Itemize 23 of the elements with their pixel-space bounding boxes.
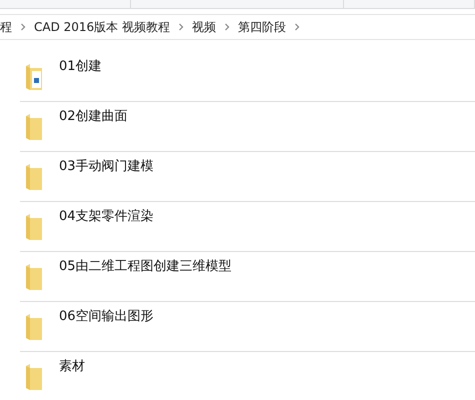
breadcrumb-item[interactable]: CAD 2016版本 视频教程 [34,19,170,35]
folder-icon[interactable] [24,312,44,342]
folder-icon[interactable] [24,212,44,242]
folder-name[interactable]: 06空间输出图形 [59,308,154,326]
folder-icon[interactable] [24,162,44,192]
chevron-icon[interactable] [294,23,300,31]
folder-name[interactable]: 03手动阀门建模 [59,158,154,176]
folder-name[interactable]: 05由二维工程图创建三维模型 [59,258,232,276]
folder-name[interactable]: 02创建曲面 [59,108,128,126]
chevron-icon[interactable] [178,23,184,31]
folder-name[interactable]: 01创建 [59,58,102,76]
folder-with-files-icon[interactable] [24,62,44,92]
folder-icon[interactable] [24,112,44,142]
breadcrumb-item[interactable]: 第四阶段 [238,19,286,35]
folder-icon[interactable] [24,362,44,392]
breadcrumb-item[interactable]: 程 [0,19,12,35]
breadcrumb-item[interactable]: 视频 [192,19,216,35]
folder-icon[interactable] [24,262,44,292]
folder-name[interactable]: 04支架零件渲染 [59,208,154,226]
folder-name[interactable]: 素材 [59,358,85,376]
chevron-icon[interactable] [224,23,230,31]
chevron-icon[interactable] [20,23,26,31]
address-bar[interactable]: 程 CAD 2016版本 视频教程 视频 第四阶段 [0,14,475,40]
